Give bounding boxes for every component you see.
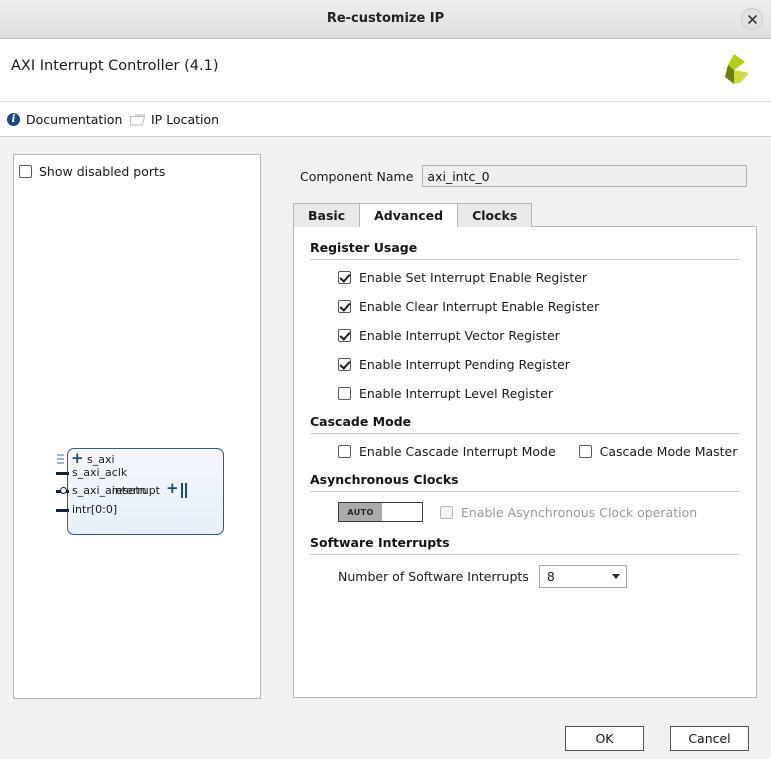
port-connector-s-axi xyxy=(57,454,64,466)
show-disabled-ports-checkbox[interactable]: Show disabled ports xyxy=(19,164,165,179)
software-interrupts-group: Software Interrupts Number of Software I… xyxy=(310,535,740,588)
auto-toggle[interactable]: AUTO xyxy=(338,502,423,522)
cascade-mode-rule xyxy=(310,433,740,434)
checkbox-cascade-mode-master[interactable]: Cascade Mode Master xyxy=(578,444,738,459)
component-name-input[interactable] xyxy=(422,165,748,187)
port-label-s-axi-aclk: s_axi_aclk xyxy=(72,466,128,479)
checkbox-label: Enable Asynchronous Clock operation xyxy=(461,504,698,520)
checkbox-label: Enable Cascade Interrupt Mode xyxy=(359,444,556,459)
window-titlebar: Re-customize IP xyxy=(0,0,771,39)
cascade-mode-group: Cascade Mode Enable Cascade Interrupt Mo… xyxy=(310,414,740,459)
close-glyph xyxy=(747,14,757,24)
tab-basic[interactable]: Basic xyxy=(293,203,361,227)
cancel-button[interactable]: Cancel xyxy=(670,726,749,751)
register-usage-group: Register Usage Enable Set Interrupt Enab… xyxy=(310,240,740,401)
checkbox-label: Enable Clear Interrupt Enable Register xyxy=(359,299,600,314)
chevron-down-icon xyxy=(611,574,620,579)
xilinx-logo-icon xyxy=(725,54,749,84)
close-icon[interactable] xyxy=(741,8,763,30)
checkbox-box xyxy=(440,505,453,519)
ip-toolbar: i Documentation IP Location xyxy=(0,102,771,137)
register-usage-rule xyxy=(310,259,740,260)
checkbox-enable-cascade-interrupt-mode[interactable]: Enable Cascade Interrupt Mode xyxy=(338,444,556,459)
auto-toggle-label: AUTO xyxy=(339,503,382,521)
cascade-mode-row: Enable Cascade Interrupt Mode Cascade Mo… xyxy=(338,444,740,459)
ok-button[interactable]: OK xyxy=(565,726,644,751)
port-connector-intr xyxy=(56,509,69,512)
ip-symbol: + s_axi s_axi_aclk s_axi_aresetn intr[0:… xyxy=(56,448,226,536)
port-label-s-axi: s_axi xyxy=(87,453,115,466)
tab-advanced[interactable]: Advanced xyxy=(359,203,459,227)
checkbox-box xyxy=(338,387,351,400)
checkbox-label: Enable Interrupt Level Register xyxy=(359,386,553,401)
software-interrupts-title: Software Interrupts xyxy=(310,535,450,550)
checkbox-box xyxy=(338,300,351,313)
checkbox-box xyxy=(338,329,351,342)
component-name-label: Component Name xyxy=(300,168,414,184)
number-of-software-interrupts-label: Number of Software Interrupts xyxy=(338,569,529,584)
component-name-row: Component Name xyxy=(300,165,748,187)
checkbox-box xyxy=(578,445,592,458)
checkbox-enable-interrupt-pending-register[interactable]: Enable Interrupt Pending Register xyxy=(338,357,740,372)
show-disabled-ports-label: Show disabled ports xyxy=(39,164,166,179)
cascade-mode-title: Cascade Mode xyxy=(310,414,412,429)
checkbox-label: Enable Set Interrupt Enable Register xyxy=(359,270,588,285)
checkbox-label: Enable Interrupt Pending Register xyxy=(359,357,570,372)
ip-location-link[interactable]: IP Location xyxy=(130,112,219,127)
expand-interrupt-icon[interactable]: + xyxy=(166,481,179,496)
ip-location-label: IP Location xyxy=(151,112,220,127)
asynchronous-clocks-rule xyxy=(310,491,740,492)
port-label-intr: intr[0:0] xyxy=(72,503,118,516)
checkbox-label: Enable Interrupt Vector Register xyxy=(359,328,560,343)
register-usage-title: Register Usage xyxy=(310,240,418,255)
ip-header: AXI Interrupt Controller (4.1) xyxy=(0,39,771,102)
checkbox-enable-clear-interrupt-enable-register[interactable]: Enable Clear Interrupt Enable Register xyxy=(338,299,740,314)
page-title: AXI Interrupt Controller (4.1) xyxy=(11,58,219,74)
asynchronous-clocks-title: Asynchronous Clocks xyxy=(310,472,459,487)
select-value: 8 xyxy=(546,569,555,584)
software-interrupts-rule xyxy=(310,554,740,555)
active-low-bubble-icon xyxy=(60,487,67,494)
checkbox-box xyxy=(338,445,351,458)
tab-bar: Basic Advanced Clocks xyxy=(293,203,757,228)
tab-clocks[interactable]: Clocks xyxy=(457,203,533,227)
show-disabled-ports-box xyxy=(19,165,32,178)
software-interrupts-row: Number of Software Interrupts 8 xyxy=(338,565,740,588)
dialog-body: Show disabled ports + s_axi s_axi_aclk s… xyxy=(0,137,771,759)
checkbox-box xyxy=(338,271,351,284)
checkbox-enable-asynchronous-clock-operation: Enable Asynchronous Clock operation xyxy=(440,505,697,520)
asynchronous-clocks-row: AUTO Enable Asynchronous Clock operation xyxy=(338,502,740,522)
number-of-software-interrupts-select[interactable]: 8 xyxy=(538,565,627,588)
checkbox-enable-set-interrupt-enable-register[interactable]: Enable Set Interrupt Enable Register xyxy=(338,270,740,285)
checkbox-label: Cascade Mode Master xyxy=(599,444,738,459)
info-icon: i xyxy=(7,113,20,126)
documentation-link[interactable]: i Documentation xyxy=(7,112,122,127)
port-connector-s-axi-aclk xyxy=(56,472,69,475)
window-title: Re-customize IP xyxy=(326,11,445,26)
port-label-interrupt: interrupt xyxy=(111,484,160,497)
ip-symbol-panel: Show disabled ports + s_axi s_axi_aclk s… xyxy=(13,154,261,699)
asynchronous-clocks-group: Asynchronous Clocks AUTO Enable Asynchro… xyxy=(310,472,740,522)
advanced-tab-panel: Register Usage Enable Set Interrupt Enab… xyxy=(293,227,757,698)
config-panel: Component Name Basic Advanced Clocks Reg… xyxy=(293,154,757,699)
port-connector-interrupt xyxy=(181,483,189,498)
checkbox-enable-interrupt-level-register[interactable]: Enable Interrupt Level Register xyxy=(338,386,740,401)
checkbox-enable-interrupt-vector-register[interactable]: Enable Interrupt Vector Register xyxy=(338,328,740,343)
documentation-label: Documentation xyxy=(26,112,123,127)
expand-s-axi-icon[interactable]: + xyxy=(71,451,84,466)
folder-glyph xyxy=(130,114,146,125)
tab-filler xyxy=(531,203,757,227)
folder-icon xyxy=(130,114,146,126)
checkbox-box xyxy=(338,358,351,371)
